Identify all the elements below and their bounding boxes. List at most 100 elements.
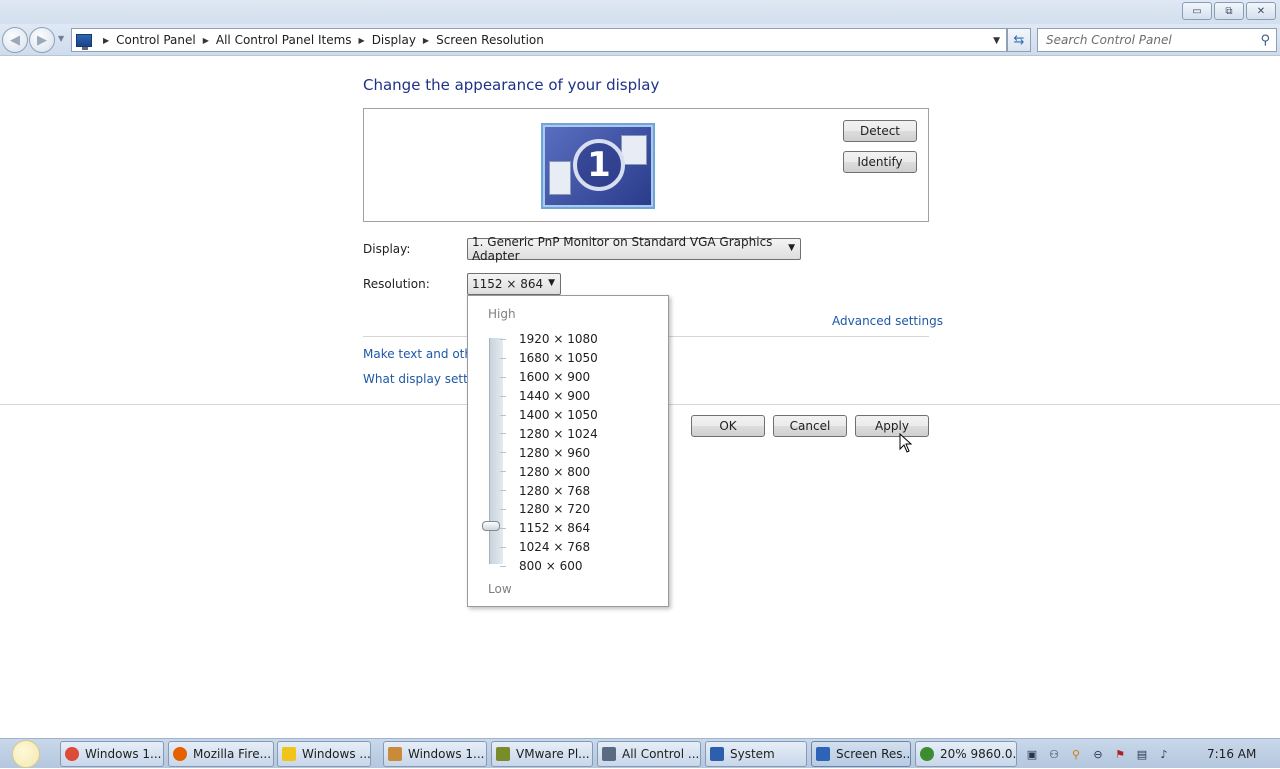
resolution-option[interactable]: 1280 × 800	[500, 462, 598, 481]
chrome-icon	[65, 747, 79, 761]
breadcrumb-screen-resolution[interactable]: Screen Resolution	[436, 33, 544, 47]
resolution-select[interactable]: 1152 × 864 ▼	[467, 273, 561, 295]
taskbar-item-label: 20% 9860.0...	[940, 747, 1017, 761]
breadcrumb-separator-icon[interactable]: ▶	[103, 36, 109, 45]
system-tray: ▣ ⚇ ⚲ ⊖ ⚑ ▤ ♪	[1024, 746, 1172, 762]
resolution-option[interactable]: 1280 × 960	[500, 443, 598, 462]
tray-search-icon[interactable]: ⚲	[1068, 746, 1084, 762]
chevron-down-icon: ▼	[548, 278, 555, 288]
detect-button[interactable]: Detect	[843, 120, 917, 142]
tray-app-icon[interactable]: ▣	[1024, 746, 1040, 762]
forward-button[interactable]: ▶	[29, 27, 55, 53]
high-label: High	[488, 307, 516, 321]
resolution-option[interactable]: 1400 × 1050	[500, 406, 598, 425]
low-label: Low	[488, 582, 512, 596]
tray-flag-icon[interactable]: ⚑	[1112, 746, 1128, 762]
display-label: Display:	[363, 242, 411, 256]
advanced-settings-link[interactable]: Advanced settings	[832, 314, 943, 328]
clock[interactable]: 7:16 AM	[1207, 747, 1256, 761]
cancel-button[interactable]: Cancel	[773, 415, 847, 437]
search-input[interactable]: Search Control Panel ⚲	[1037, 28, 1277, 52]
taskbar-item[interactable]: 20% 9860.0...	[915, 741, 1017, 767]
refresh-button[interactable]: ⇆	[1007, 28, 1031, 52]
tray-network-icon[interactable]: ⚇	[1046, 746, 1062, 762]
taskbar-item-active[interactable]: Screen Res...	[811, 741, 911, 767]
taskbar-item-label: System	[730, 747, 775, 761]
tray-power-icon[interactable]: ▤	[1134, 746, 1150, 762]
chevron-down-icon: ▼	[788, 243, 795, 253]
monitor-number: 1	[573, 139, 625, 191]
ok-button[interactable]: OK	[691, 415, 765, 437]
search-placeholder: Search Control Panel	[1046, 33, 1172, 47]
maximize-button[interactable]: ⧉	[1214, 2, 1244, 20]
system-icon	[710, 747, 724, 761]
resolution-dropdown: High 1920 × 1080 1680 × 1050 1600 × 900 …	[467, 295, 669, 607]
download-icon	[920, 747, 934, 761]
recent-pages-chevron-icon[interactable]: ▼	[58, 34, 64, 43]
resolution-options: 1920 × 1080 1680 × 1050 1600 × 900 1440 …	[500, 330, 598, 576]
resolution-label: Resolution:	[363, 277, 430, 291]
display-select[interactable]: 1. Generic PnP Monitor on Standard VGA G…	[467, 235, 801, 263]
taskbar-item[interactable]: Windows 1...	[383, 741, 487, 767]
monitor-1-thumbnail[interactable]: 1	[541, 123, 655, 209]
resolution-option[interactable]: 800 × 600	[500, 557, 598, 576]
resolution-option[interactable]: 1280 × 720	[500, 500, 598, 519]
display-select-value: 1. Generic PnP Monitor on Standard VGA G…	[472, 235, 773, 263]
taskbar: Windows 1... Mozilla Fire... Windows ...…	[0, 738, 1280, 768]
breadcrumb-control-panel[interactable]: Control Panel	[116, 33, 196, 47]
tray-volume-icon[interactable]: ♪	[1156, 746, 1172, 762]
vmware-icon	[496, 747, 510, 761]
back-arrow-icon: ◀	[10, 32, 20, 48]
resolution-option[interactable]: 1280 × 768	[500, 481, 598, 500]
taskbar-item[interactable]: Windows 1...	[60, 741, 164, 767]
resolution-option[interactable]: 1600 × 900	[500, 368, 598, 387]
monitor-window-graphic	[549, 161, 571, 195]
breadcrumb-separator-icon[interactable]: ▶	[203, 36, 209, 45]
resolution-slider-thumb[interactable]	[482, 521, 500, 531]
resolution-option[interactable]: 1920 × 1080	[500, 330, 598, 349]
breadcrumb-all-items[interactable]: All Control Panel Items	[216, 33, 352, 47]
taskbar-item-label: Windows ...	[302, 747, 371, 761]
taskbar-item-label: All Control ...	[622, 747, 700, 761]
taskbar-item[interactable]: All Control ...	[597, 741, 701, 767]
taskbar-item-label: VMware Pl...	[516, 747, 590, 761]
breadcrumb-separator-icon[interactable]: ▶	[423, 36, 429, 45]
search-icon[interactable]: ⚲	[1260, 33, 1270, 48]
control-panel-icon	[76, 33, 92, 50]
window-titlebar: ▭ ⧉ ✕	[0, 0, 1280, 24]
resolution-option[interactable]: 1440 × 900	[500, 387, 598, 406]
taskbar-item[interactable]: VMware Pl...	[491, 741, 593, 767]
refresh-icon: ⇆	[1013, 32, 1025, 48]
resolution-option[interactable]: 1280 × 1024	[500, 424, 598, 443]
mouse-pointer-icon	[899, 433, 913, 453]
address-dropdown-icon[interactable]: ▼	[993, 36, 1000, 46]
resolution-option[interactable]: 1680 × 1050	[500, 349, 598, 368]
windows-folder-icon	[282, 747, 296, 761]
start-button[interactable]	[6, 739, 46, 769]
close-button[interactable]: ✕	[1246, 2, 1276, 20]
minimize-button[interactable]: ▭	[1182, 2, 1212, 20]
taskbar-item-label: Windows 1...	[408, 747, 485, 761]
monitor-window-graphic	[621, 135, 647, 165]
taskbar-item-label: Screen Res...	[836, 747, 911, 761]
resolution-option[interactable]: 1024 × 768	[500, 538, 598, 557]
back-button[interactable]: ◀	[2, 27, 28, 53]
taskbar-item[interactable]: Windows ...	[277, 741, 371, 767]
taskbar-item[interactable]: System	[705, 741, 807, 767]
display-icon	[816, 747, 830, 761]
resolution-select-value: 1152 × 864	[472, 277, 544, 291]
tray-status-icon[interactable]: ⊖	[1090, 746, 1106, 762]
breadcrumb-display[interactable]: Display	[372, 33, 416, 47]
identify-button[interactable]: Identify	[843, 151, 917, 173]
address-bar[interactable]: ▶ Control Panel ▶ All Control Panel Item…	[71, 28, 1007, 52]
breadcrumb-separator-icon[interactable]: ▶	[359, 36, 365, 45]
caption-buttons: ▭ ⧉ ✕	[1182, 2, 1276, 20]
resolution-option-selected[interactable]: 1152 × 864	[500, 519, 598, 538]
taskbar-item[interactable]: Mozilla Fire...	[168, 741, 274, 767]
control-panel-icon	[602, 747, 616, 761]
window-app-icon	[388, 747, 402, 761]
apply-button[interactable]: Apply	[855, 415, 929, 437]
forward-arrow-icon: ▶	[37, 32, 47, 48]
taskbar-item-label: Windows 1...	[85, 747, 162, 761]
navigation-bar: ◀ ▶ ▼ ▶ Control Panel ▶ All Control Pane…	[0, 24, 1280, 56]
